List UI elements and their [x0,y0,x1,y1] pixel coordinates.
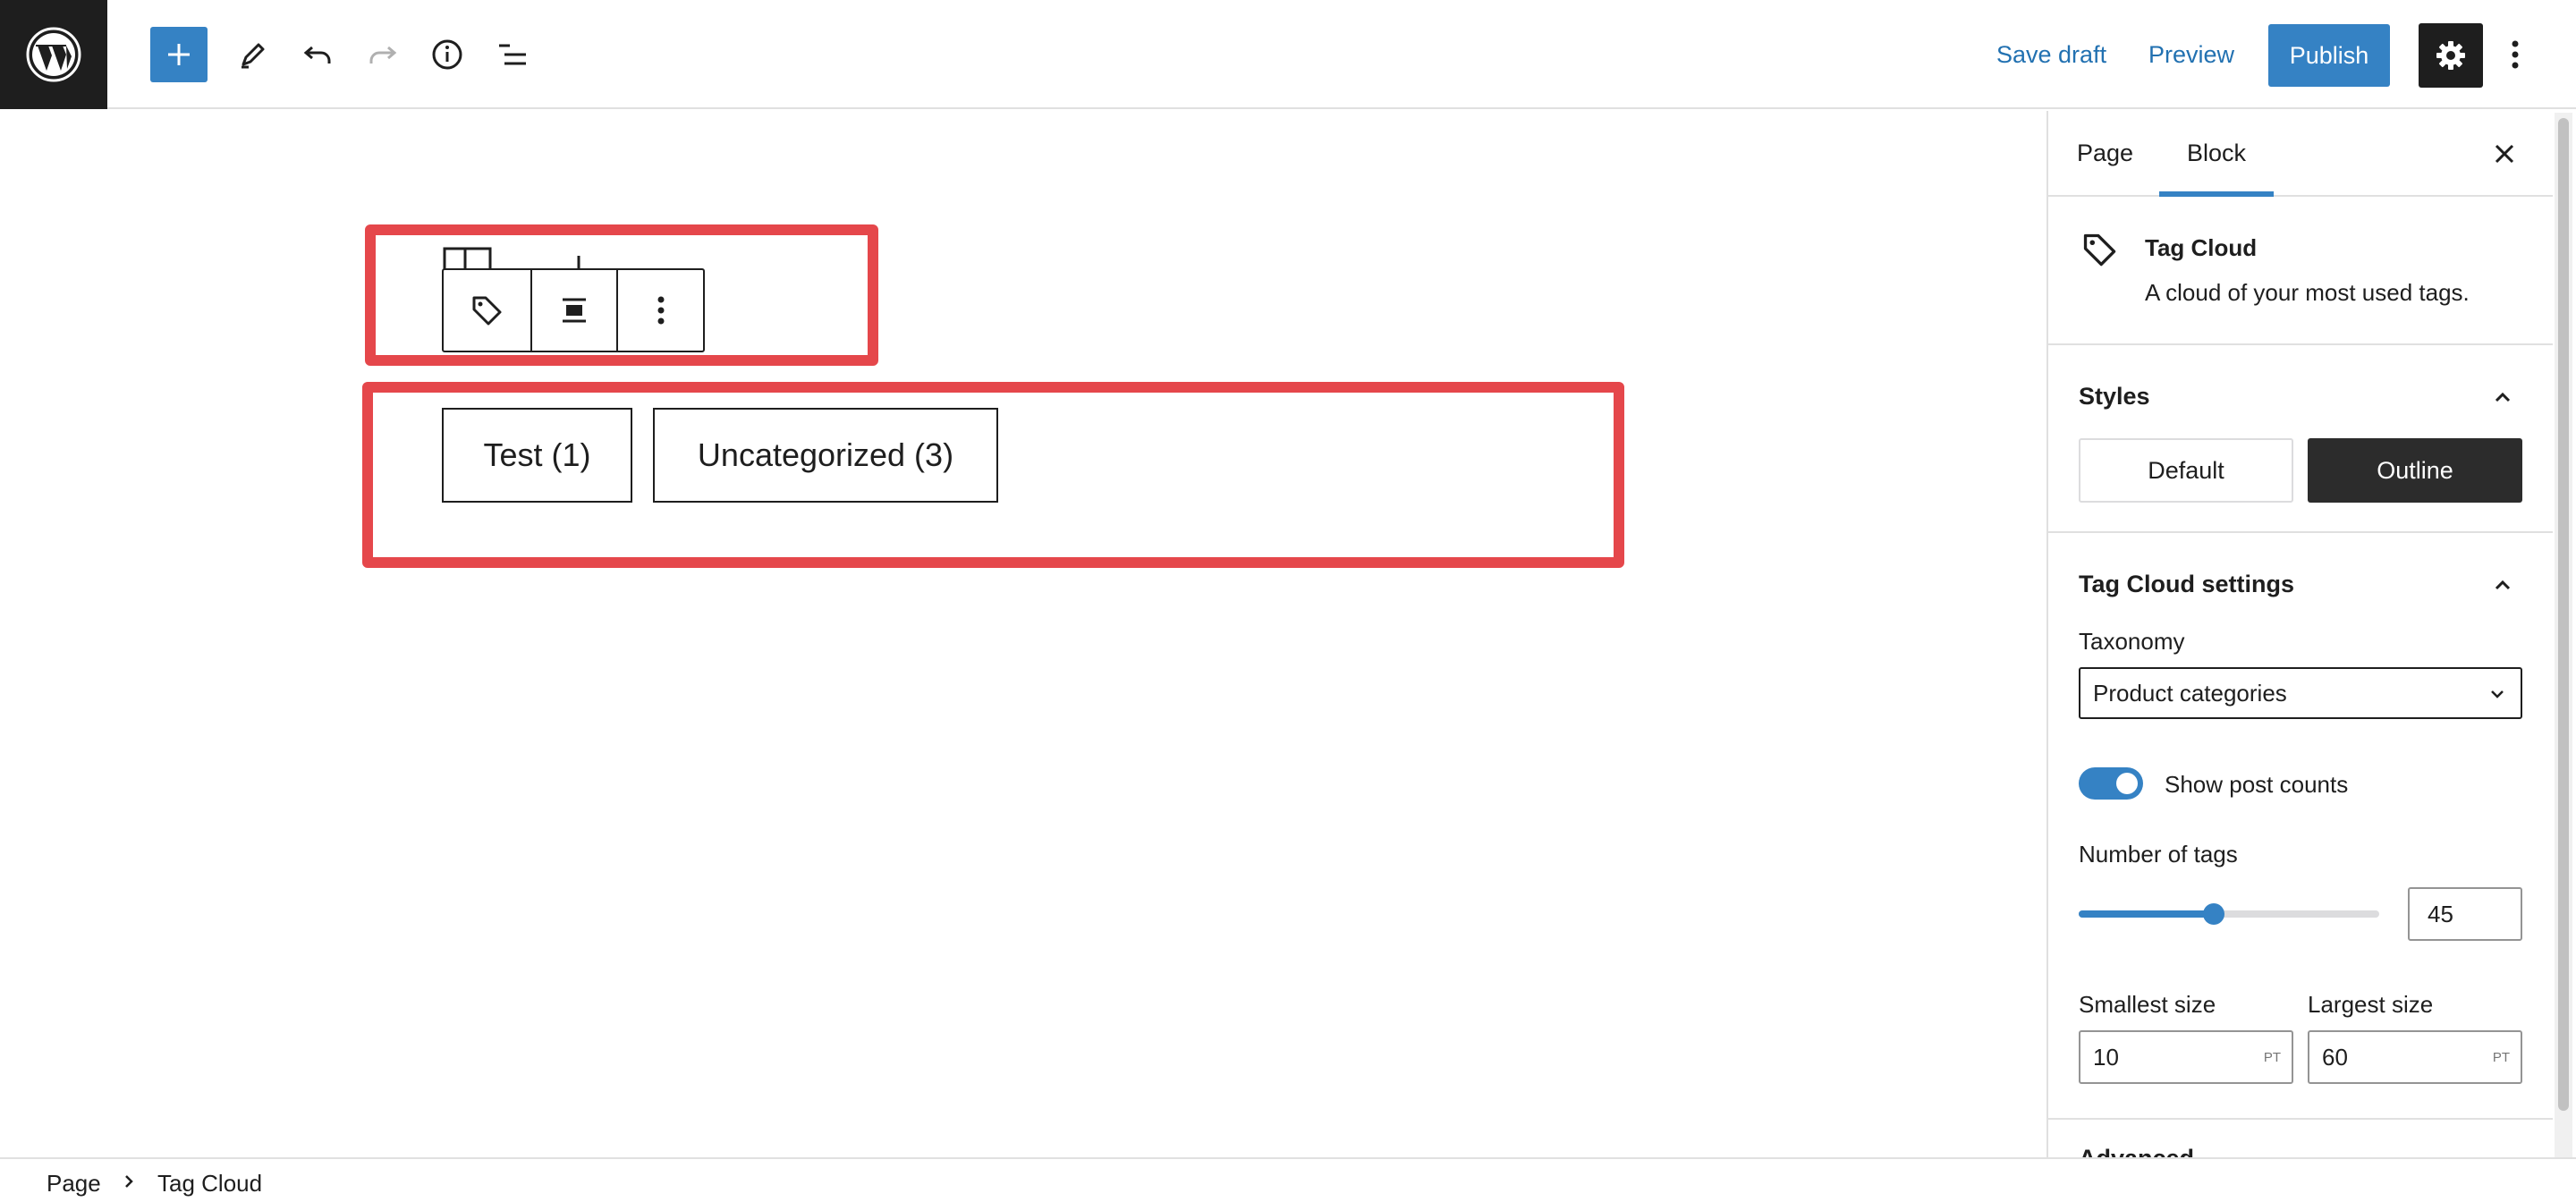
close-icon [2495,144,2514,164]
slider-fill [2079,910,2215,918]
tab-block[interactable]: Block [2159,111,2274,197]
block-options-button[interactable] [616,270,703,351]
settings-button[interactable] [2419,23,2483,88]
unit-label: PT [2263,1050,2281,1065]
chevron-up-icon[interactable] [2487,569,2519,601]
block-type-button[interactable] [444,270,530,351]
info-icon [432,39,462,70]
block-description: A cloud of your most used tags. [2145,279,2470,306]
chevron-right-icon [125,1175,133,1188]
show-post-counts-toggle[interactable] [2079,767,2143,800]
close-sidebar-button[interactable] [2483,132,2526,175]
taxonomy-selected-value: Product categories [2093,680,2287,707]
smallest-size-label: Smallest size [2079,991,2216,1018]
save-draft-button[interactable]: Save draft [1996,35,2106,74]
chevron-down-icon [2491,690,2504,698]
breadcrumb: Page Tag Cloud [0,1157,2576,1202]
sidebar-tabs: Page Block [2048,111,2553,197]
chevron-up-icon[interactable] [2487,381,2519,413]
smallest-size-input[interactable]: 10 PT [2079,1030,2293,1084]
slider-handle[interactable] [2203,903,2225,925]
align-button[interactable] [530,270,617,351]
more-options-button[interactable] [2497,28,2533,81]
tag-icon [2083,233,2116,267]
smallest-size-value: 10 [2093,1044,2119,1071]
undo-icon [303,46,331,63]
largest-size-input[interactable]: 60 PT [2308,1030,2522,1084]
details-button[interactable] [420,28,474,81]
block-toolbar [442,268,705,352]
editor-canvas[interactable]: Test (1) Uncategorized (3) [0,111,2046,1157]
show-post-counts-label: Show post counts [2165,771,2349,798]
unit-label: PT [2492,1050,2510,1065]
list-view-icon [499,44,526,65]
undo-button[interactable] [291,28,344,81]
plus-icon [168,44,190,65]
editor-header: Save draft Preview Publish [0,0,2576,109]
taxonomy-label: Taxonomy [2079,628,2185,655]
scrollbar-thumb[interactable] [2558,118,2569,1111]
number-of-tags-label: Number of tags [2079,841,2238,868]
settings-panel-toggle[interactable]: Tag Cloud settings [2079,571,2294,598]
breadcrumb-page[interactable]: Page [47,1170,101,1198]
settings-sidebar: Page Block Tag Cloud A cloud of your mos… [2046,111,2553,1157]
number-of-tags-input[interactable]: 45 [2408,887,2522,941]
add-block-button[interactable] [150,27,208,82]
pen-icon [242,43,265,69]
largest-size-label: Largest size [2308,991,2434,1018]
wordpress-logo-icon[interactable] [0,0,107,109]
largest-size-value: 60 [2322,1044,2348,1071]
style-default-button[interactable]: Default [2079,438,2293,503]
tools-button[interactable] [225,28,279,81]
sidebar-scrollbar[interactable] [2555,113,2572,1157]
styles-panel-toggle[interactable]: Styles [2079,383,2150,411]
breadcrumb-current: Tag Cloud [157,1170,263,1197]
tag-link-test[interactable]: Test (1) [442,408,632,503]
tab-page[interactable]: Page [2077,111,2133,195]
styles-panel: Styles Default Outline [2048,345,2553,533]
advanced-panel-toggle[interactable]: Advanced [2079,1145,2194,1157]
gear-icon [2436,41,2465,70]
vertical-ellipsis-icon [2512,40,2519,69]
publish-button[interactable]: Publish [2268,24,2390,87]
redo-icon [369,46,397,63]
tag-link-uncategorized[interactable]: Uncategorized (3) [653,408,998,503]
tag-cloud-settings-panel: Tag Cloud settings Taxonomy Product cate… [2048,533,2553,1120]
preview-button[interactable]: Preview [2148,35,2234,74]
taxonomy-select[interactable]: Product categories [2079,667,2522,719]
align-center-icon [562,298,586,323]
number-of-tags-slider[interactable] [2079,903,2379,925]
block-title: Tag Cloud [2145,234,2258,261]
block-card: Tag Cloud A cloud of your most used tags… [2048,197,2553,345]
redo-button[interactable] [356,28,410,81]
list-view-button[interactable] [486,28,539,81]
vertical-ellipsis-icon [657,296,665,325]
style-outline-button[interactable]: Outline [2308,438,2522,503]
tag-icon [472,296,502,326]
